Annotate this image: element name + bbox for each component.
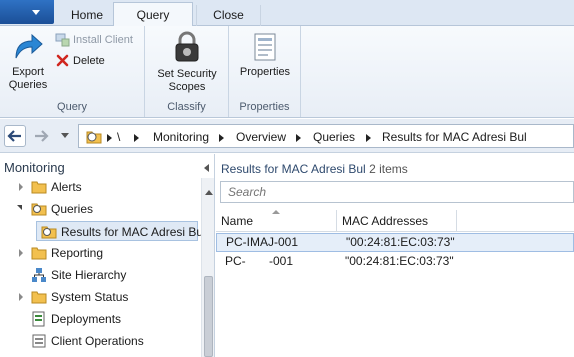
tree-item-queries[interactable]: Queries [0,199,200,219]
breadcrumb-separator [219,134,224,142]
tab-home[interactable]: Home [62,5,112,26]
search-input[interactable] [221,182,573,202]
nav-pane-title: Monitoring [4,160,65,175]
properties-button[interactable]: Properties [235,32,295,79]
breadcrumb-monitoring[interactable]: Monitoring [153,130,209,144]
group-title-query: Query [57,101,87,113]
site-hierarchy-icon [32,268,46,282]
cell-name: PC-IMAJ-001 [226,235,299,249]
navigation-pane: Monitoring Alerts Queries Results for MA… [0,154,215,357]
export-label-line1: Export [12,66,44,78]
breadcrumb-root[interactable]: \ [117,130,120,144]
application-menu-button[interactable] [0,0,54,24]
tree-item-label: Reporting [51,246,104,260]
breadcrumb-separator [296,134,301,142]
expand-icon[interactable] [19,183,23,191]
tree-item-site-hierarchy[interactable]: Site Hierarchy [0,265,200,285]
tree-item-label: Client Operations [51,334,144,348]
breadcrumb: \ Monitoring Overview Queries Results fo… [78,124,574,148]
ribbon-group-classify: Set Security Scopes Classify [145,26,229,117]
history-dropdown-icon[interactable] [61,133,69,138]
delete-x-icon [56,54,69,67]
tab-query[interactable]: Query [113,2,193,27]
breadcrumb-results[interactable]: Results for MAC Adresi Bul [382,130,527,144]
client-operations-icon [32,334,46,348]
tree-item-label: Queries [51,202,94,216]
monitoring-folder-icon [86,131,102,144]
tree-item-label: Deployments [51,312,122,326]
table-row[interactable]: PC- -001 "00:24:81:EC:03:73" [216,253,574,272]
nav-scrollbar[interactable] [201,178,214,357]
table-row[interactable]: PC-IMAJ-001 "00:24:81:EC:03:73" [216,233,574,252]
breadcrumb-separator [107,134,112,142]
set-security-label-line1: Set Security [157,68,217,80]
set-security-label-line2: Scopes [168,81,206,93]
column-header-mac[interactable]: MAC Addresses [337,210,457,232]
cell-name: PC- -001 [225,254,294,268]
forward-arrow-icon [35,130,49,142]
ribbon: Export Queries Install Client Delete Que… [0,26,574,118]
collapse-pane-icon[interactable] [204,164,209,172]
group-title-properties: Properties [239,101,290,113]
forward-button[interactable] [30,125,52,147]
breadcrumb-separator [366,134,371,142]
tree-item-deployments[interactable]: Deployments [0,309,200,329]
tab-close[interactable]: Close [196,5,261,26]
properties-label: Properties [239,66,291,78]
chevron-down-icon [32,10,40,15]
tree-item-reporting[interactable]: Reporting [0,243,200,263]
results-count: 2 items [369,162,408,176]
ribbon-tab-bar: Home Query Close [0,0,574,27]
query-result-icon [41,226,57,239]
collapse-icon[interactable] [17,205,22,210]
results-title-text: Results for MAC Adresi Bul [221,162,366,176]
back-button[interactable] [4,125,26,147]
install-client-icon [55,33,70,47]
column-header-row: Name MAC Addresses [216,210,574,232]
set-security-scopes-button[interactable]: Set Security Scopes [149,30,225,94]
scroll-up-icon[interactable] [205,190,213,195]
install-client-button[interactable]: Install Client [55,32,143,48]
group-title-classify: Classify [167,101,206,113]
scrollbar-thumb[interactable] [204,276,213,357]
folder-icon [31,181,47,194]
query-folder-icon [31,203,47,216]
tree-item-results[interactable]: Results for MAC Adresi Bu [36,221,203,241]
deployments-icon [32,311,45,327]
expand-icon[interactable] [19,249,23,257]
tree-item-label: Alerts [51,180,82,194]
results-title: Results for MAC Adresi Bul 2 items [221,162,408,176]
properties-sheet-icon [254,33,276,61]
breadcrumb-separator [134,134,139,142]
tree-item-label: System Status [51,290,129,304]
ribbon-group-properties: Properties Properties [229,26,301,117]
expand-icon[interactable] [19,293,23,301]
back-arrow-icon [7,130,21,142]
breadcrumb-overview[interactable]: Overview [236,130,286,144]
results-pane: Results for MAC Adresi Bul 2 items Name … [216,154,574,357]
tree-item-system-status[interactable]: System Status [0,287,200,307]
column-header-name[interactable]: Name [216,210,337,232]
tree-item-client-operations[interactable]: Client Operations [0,331,200,351]
cell-mac: "00:24:81:EC:03:73" [345,254,454,268]
breadcrumb-queries[interactable]: Queries [313,130,355,144]
delete-label: Delete [73,55,105,67]
export-label-line2: Queries [8,79,48,91]
address-bar: \ Monitoring Overview Queries Results fo… [0,119,574,153]
tree-item-label: Site Hierarchy [51,268,127,282]
delete-button[interactable]: Delete [55,53,115,69]
folder-icon [31,247,47,260]
install-client-label: Install Client [73,34,133,46]
search-box[interactable] [220,181,574,203]
cell-mac: "00:24:81:EC:03:73" [346,235,455,249]
padlock-icon [175,31,199,62]
export-arrow-icon [15,33,43,59]
ribbon-group-query: Export Queries Install Client Delete Que… [0,26,145,117]
tree-item-alerts[interactable]: Alerts [0,177,200,197]
tree-item-label: Results for MAC Adresi Bu [61,225,204,239]
folder-icon [31,291,47,304]
export-queries-button[interactable]: Export Queries [6,32,50,92]
